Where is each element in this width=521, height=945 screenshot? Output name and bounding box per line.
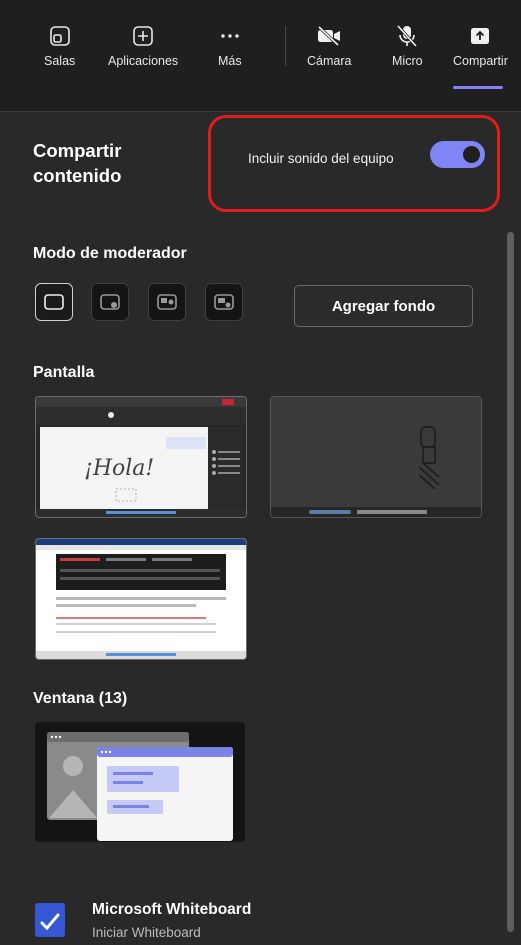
standout-icon — [100, 294, 120, 310]
meeting-toolbar: Salas Aplicaciones Más Cámara Micro Comp… — [0, 0, 521, 112]
presenter-mode-title: Modo de moderador — [33, 245, 187, 262]
whiteboard-item[interactable]: Microsoft Whiteboard Iniciar Whiteboard — [35, 895, 495, 945]
windows-title: Ventana (13) — [33, 690, 128, 707]
reporter-icon — [214, 294, 234, 310]
whiteboard-icon — [35, 903, 65, 937]
share-button[interactable]: Compartir — [453, 22, 508, 68]
share-label: Compartir — [453, 54, 508, 68]
screen-thumbnail-3[interactable] — [35, 538, 247, 660]
mic-button[interactable]: Micro — [392, 22, 423, 68]
more-icon — [219, 22, 241, 50]
rooms-icon — [49, 22, 71, 50]
active-tab-indicator — [453, 86, 503, 89]
handwriting-text: ¡Hola! — [84, 456, 154, 481]
scrollbar[interactable] — [507, 232, 514, 932]
camera-off-icon — [316, 22, 342, 50]
window-thumbnail-1[interactable] — [35, 722, 245, 842]
screens-title: Pantalla — [33, 364, 95, 381]
screen-thumbnail-2[interactable] — [270, 396, 482, 518]
mode-content-only-button[interactable] — [35, 283, 73, 321]
mode-side-by-side-button[interactable] — [148, 283, 186, 321]
camera-label: Cámara — [307, 54, 352, 68]
mode-reporter-button[interactable] — [205, 283, 243, 321]
window-illustration — [47, 732, 233, 841]
more-button[interactable]: Más — [218, 22, 242, 68]
screen-1-preview: ¡Hola! — [36, 397, 246, 517]
more-label: Más — [218, 54, 242, 68]
mic-label: Micro — [392, 54, 423, 68]
apps-icon — [132, 22, 154, 50]
apps-label: Aplicaciones — [108, 54, 179, 68]
content-only-icon — [44, 294, 64, 310]
include-sound-label: Incluir sonido del equipo — [248, 151, 394, 166]
rooms-button[interactable]: Salas — [44, 22, 75, 68]
toggle-knob — [463, 146, 480, 163]
side-by-side-icon — [157, 294, 177, 310]
whiteboard-title: Microsoft Whiteboard — [92, 901, 252, 918]
include-sound-toggle[interactable] — [430, 141, 485, 168]
apps-button[interactable]: Aplicaciones — [108, 22, 178, 68]
toolbar-divider — [285, 26, 286, 66]
whiteboard-subtitle: Iniciar Whiteboard — [92, 925, 201, 940]
screen-2-preview — [271, 397, 481, 517]
mic-off-icon — [396, 22, 418, 50]
share-content-title: Compartir contenido — [33, 140, 122, 186]
share-icon — [469, 22, 491, 50]
camera-button[interactable]: Cámara — [307, 22, 351, 68]
mode-standout-button[interactable] — [91, 283, 129, 321]
add-background-button[interactable]: Agregar fondo — [294, 285, 473, 327]
screen-thumbnail-1[interactable]: ¡Hola! — [35, 396, 247, 518]
screen-3-preview — [36, 539, 246, 659]
rooms-label: Salas — [44, 54, 76, 68]
